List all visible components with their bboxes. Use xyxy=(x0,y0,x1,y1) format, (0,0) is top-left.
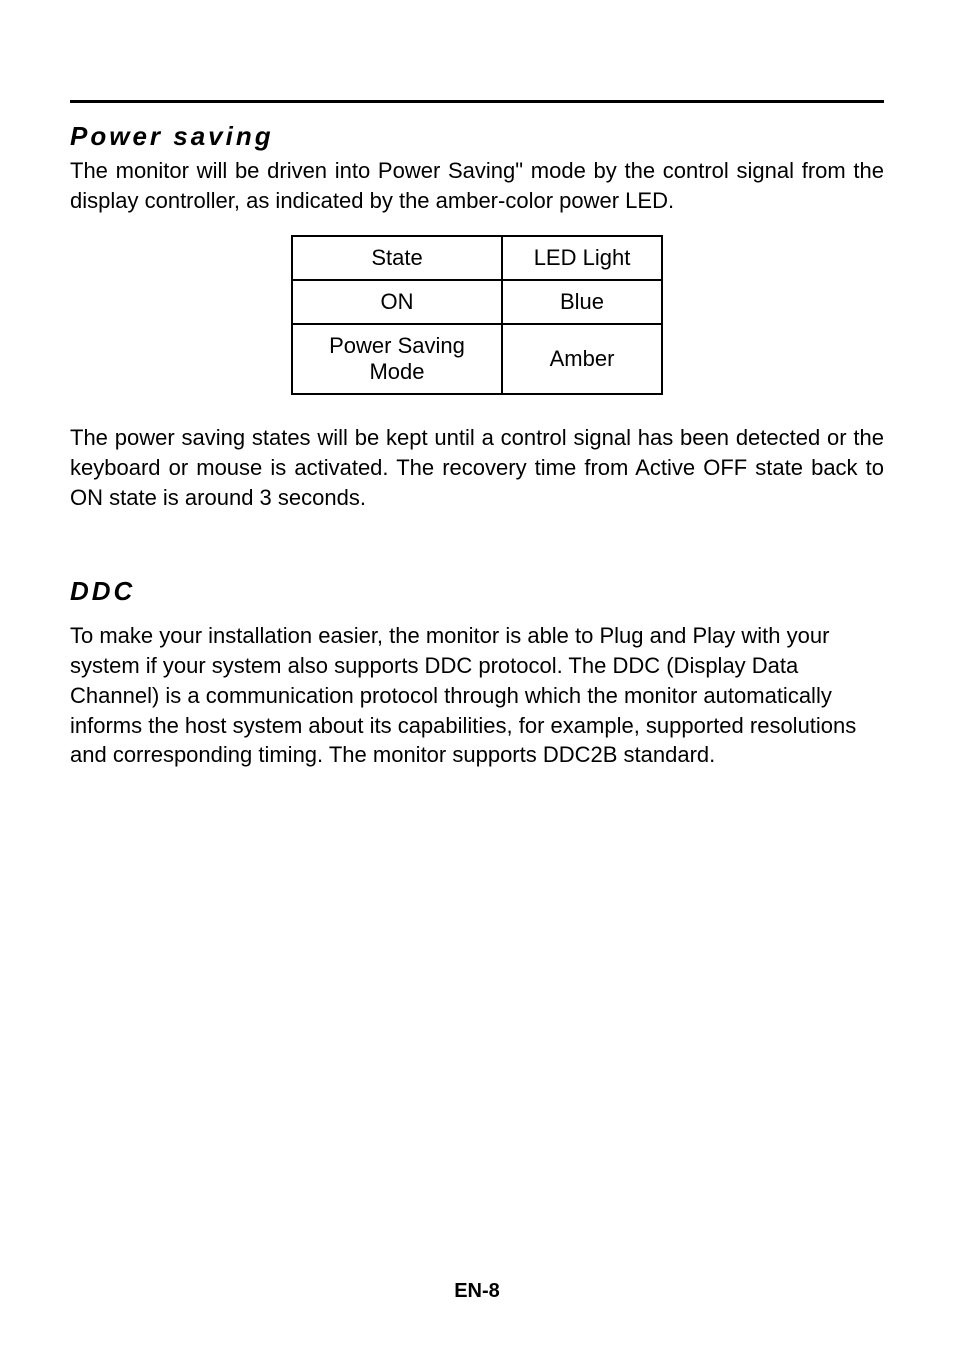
table-row: Power Saving Mode Amber xyxy=(292,324,662,394)
table-cell-state: ON xyxy=(292,280,502,324)
table-cell-state: Power Saving Mode xyxy=(292,324,502,394)
ddc-body: To make your installation easier, the mo… xyxy=(70,621,884,769)
power-saving-after-table: The power saving states will be kept unt… xyxy=(70,423,884,512)
table-cell-led: Amber xyxy=(502,324,662,394)
table-row: ON Blue xyxy=(292,280,662,324)
led-state-table: State LED Light ON Blue Power Saving Mod… xyxy=(291,235,663,395)
table-header-state: State xyxy=(292,236,502,280)
section-power-saving: Power saving The monitor will be driven … xyxy=(70,121,884,512)
table-header-row: State LED Light xyxy=(292,236,662,280)
section-ddc: DDC To make your installation easier, th… xyxy=(70,576,884,769)
power-saving-intro: The monitor will be driven into Power Sa… xyxy=(70,156,884,215)
table-header-led: LED Light xyxy=(502,236,662,280)
ddc-heading: DDC xyxy=(70,576,884,607)
page-footer: EN-8 xyxy=(0,1280,954,1303)
table-cell-led: Blue xyxy=(502,280,662,324)
section-gap xyxy=(70,532,884,576)
power-saving-heading: Power saving xyxy=(70,121,884,152)
top-divider xyxy=(70,100,884,103)
page: Power saving The monitor will be driven … xyxy=(0,0,954,1355)
